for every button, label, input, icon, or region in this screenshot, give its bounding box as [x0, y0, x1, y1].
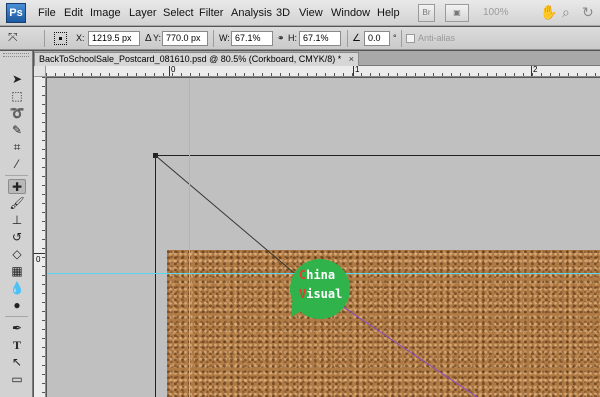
ruler-major-tick [34, 253, 45, 254]
menu-view[interactable]: View [299, 0, 323, 26]
eraser-icon[interactable]: ◇ [8, 247, 26, 262]
menu-window[interactable]: Window [331, 0, 370, 26]
pen-icon[interactable]: ✒ [8, 321, 26, 336]
x-position-field[interactable]: 1219.5 px [88, 31, 140, 46]
link-icon[interactable]: ⚭ [277, 27, 285, 50]
shape-icon[interactable]: ▭ [8, 372, 26, 387]
blur-icon[interactable]: 💧 [8, 281, 26, 296]
antialias-label: Anti-alias [418, 33, 456, 43]
horizontal-ruler[interactable]: 0 1 2 [46, 65, 600, 77]
quick-select-icon[interactable]: ✎ [8, 123, 26, 138]
document-canvas[interactable]: China Visual [47, 78, 600, 397]
y-position-field[interactable]: 770.0 px [162, 31, 208, 46]
menu-filter[interactable]: Filter [199, 0, 223, 26]
marquee-icon[interactable]: ⬚ [8, 89, 26, 104]
dodge-icon[interactable]: ● [8, 298, 26, 313]
document-tab-strip: BackToSchoolSale_Postcard_081610.psd @ 8… [34, 51, 600, 66]
reference-point-icon[interactable] [54, 32, 67, 45]
watermark-line-1: China [299, 268, 336, 282]
menu-edit[interactable]: Edit [64, 0, 83, 26]
document-tab-title: BackToSchoolSale_Postcard_081610.psd @ 8… [39, 54, 342, 64]
angle-field[interactable]: 0.0 [364, 31, 390, 46]
ruler-major-tick [169, 66, 170, 76]
divider [5, 316, 28, 317]
ruler-major-tick [531, 66, 532, 76]
lasso-icon[interactable]: ➰ [8, 106, 26, 121]
ruler-major-tick [353, 66, 354, 76]
close-icon[interactable]: × [349, 53, 354, 65]
type-icon[interactable]: T [8, 338, 26, 353]
divider [347, 30, 348, 47]
transform-diagonal-line [155, 155, 301, 279]
hand-icon[interactable]: ✋ [540, 4, 557, 21]
watermark-line-2: Visual [299, 287, 343, 301]
x-label: X: [76, 33, 85, 43]
ruler-origin[interactable] [34, 66, 46, 77]
zoom-icon[interactable]: ⌕ [562, 4, 570, 21]
divider [5, 175, 28, 176]
document-tab[interactable]: BackToSchoolSale_Postcard_081610.psd @ 8… [34, 52, 359, 66]
ruler-label-2: 2 [533, 65, 538, 74]
delta-icon[interactable]: Δ [145, 27, 152, 50]
divider [213, 30, 214, 47]
eyedropper-icon[interactable]: ⁄ [8, 157, 26, 172]
zoom-level[interactable]: 100% [483, 0, 509, 26]
brush-icon[interactable]: 🖌 [8, 196, 26, 211]
rotate-view-icon[interactable]: ↻ [582, 4, 594, 21]
antialias-checkbox[interactable] [406, 34, 415, 43]
degree-label: ° [393, 33, 397, 43]
divider [401, 30, 402, 47]
options-bar: ⤧ X: 1219.5 px Δ Y: 770.0 px W: 67.1% ⚭ … [0, 27, 600, 50]
bridge-button[interactable]: Br [418, 4, 435, 22]
tools-panel: ➤ ⬚ ➰ ✎ ⌗ ⁄ ✚ 🖌 ⊥ ↺ ◇ ▦ 💧 ● ✒ T ↖ ▭ [0, 51, 33, 397]
healing-brush-icon[interactable]: ✚ [8, 179, 26, 194]
screen-mode-icon[interactable]: ▣ [445, 4, 469, 22]
move-icon[interactable]: ➤ [8, 72, 26, 87]
path-select-icon[interactable]: ↖ [8, 355, 26, 370]
history-brush-icon[interactable]: ↺ [8, 230, 26, 245]
menu-image[interactable]: Image [90, 0, 121, 26]
transform-diagonal [155, 155, 478, 397]
menu-file[interactable]: File [38, 0, 56, 26]
w-label: W: [219, 33, 230, 43]
divider [44, 30, 45, 47]
vertical-ruler[interactable]: 0 [34, 77, 46, 397]
crop-icon[interactable]: ⌗ [8, 140, 26, 155]
menu-help[interactable]: Help [377, 0, 400, 26]
menu-layer[interactable]: Layer [129, 0, 157, 26]
ruler-label-v0: 0 [36, 255, 41, 264]
h-label: H: [288, 33, 297, 43]
transform-tool-icon[interactable]: ⤧ [8, 30, 18, 45]
ruler-label-1: 1 [355, 65, 360, 74]
angle-icon: ∠ [352, 33, 361, 44]
vertical-guide[interactable] [189, 78, 190, 397]
clone-stamp-icon[interactable]: ⊥ [8, 213, 26, 228]
menu-3d[interactable]: 3D [276, 0, 290, 26]
panel-grip[interactable] [3, 53, 29, 57]
menu-select[interactable]: Select [163, 0, 194, 26]
menu-bar: Ps File Edit Image Layer Select Filter A… [0, 0, 600, 26]
menu-analysis[interactable]: Analysis [231, 0, 272, 26]
height-field[interactable]: 67.1% [299, 31, 341, 46]
gradient-icon[interactable]: ▦ [8, 264, 26, 279]
photoshop-logo-icon: Ps [6, 3, 26, 23]
ruler-label-0: 0 [171, 65, 176, 74]
width-field[interactable]: 67.1% [231, 31, 273, 46]
y-label: Y: [153, 33, 162, 43]
